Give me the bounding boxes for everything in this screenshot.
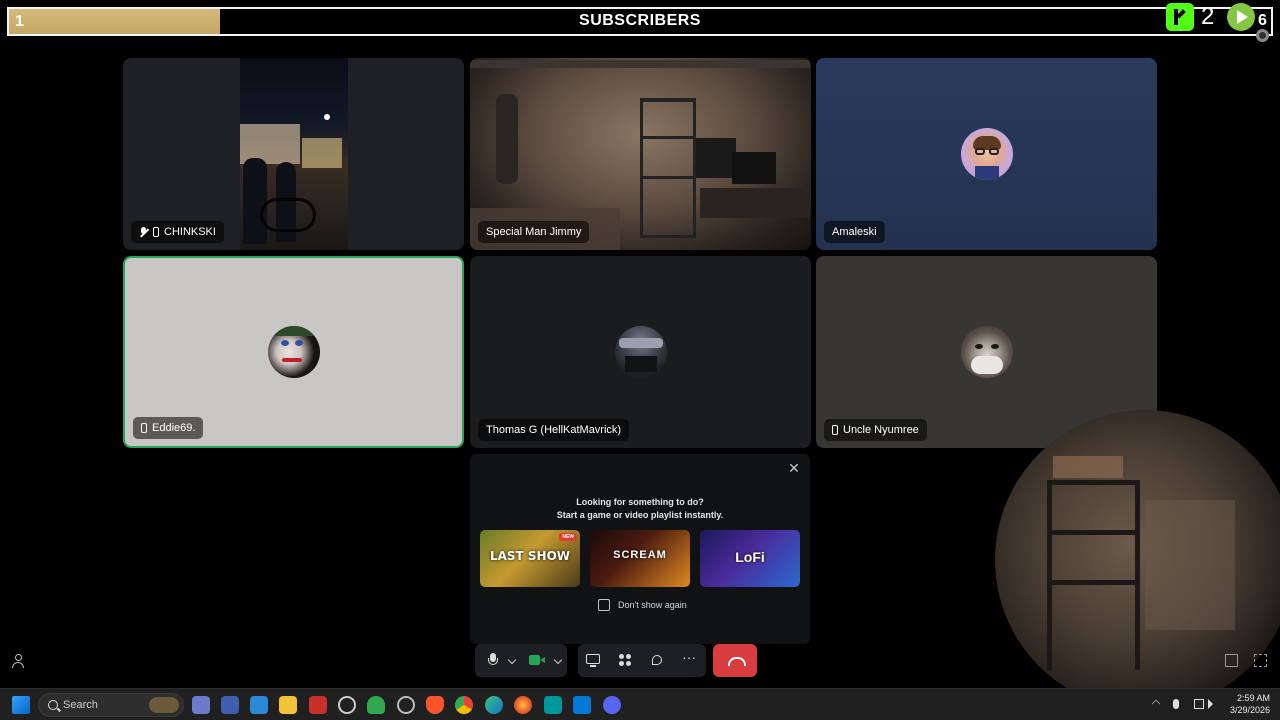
participant-tile[interactable]: Eddie69. bbox=[123, 256, 464, 448]
soundboard-icon bbox=[652, 655, 662, 665]
chevron-up-icon[interactable] bbox=[1151, 699, 1161, 709]
avatar bbox=[960, 128, 1013, 180]
disconnect-button[interactable] bbox=[713, 644, 757, 677]
kick-count: 2 bbox=[1201, 3, 1215, 30]
obs-icon[interactable] bbox=[397, 696, 415, 714]
activity-card-title: SCREAM bbox=[613, 549, 667, 561]
kick-icon bbox=[1166, 3, 1194, 31]
call-stage: 1 SUBSCRIBERS 2 6 CHINKSKI Special Man J… bbox=[0, 0, 1280, 710]
camera-icon bbox=[529, 655, 540, 665]
screen-share-button[interactable] bbox=[585, 652, 601, 668]
rumble-count: 6 bbox=[1258, 12, 1267, 29]
clock-app-icon[interactable] bbox=[338, 696, 356, 714]
dont-show-label: Don't show again bbox=[618, 600, 687, 610]
activity-card-title: LoFi bbox=[735, 549, 765, 565]
avatar bbox=[960, 326, 1013, 378]
vscode-icon[interactable] bbox=[573, 696, 591, 714]
activity-subheading: Start a game or video playlist instantly… bbox=[556, 510, 724, 520]
network-app-icon[interactable] bbox=[192, 696, 210, 714]
participant-label: Uncle Nyumree bbox=[824, 419, 927, 441]
search-icon bbox=[48, 700, 58, 710]
settings-icon[interactable] bbox=[1256, 29, 1269, 42]
checkbox-icon[interactable] bbox=[598, 599, 610, 611]
clock-time: 2:59 AM bbox=[1236, 693, 1270, 703]
participant-label: Eddie69. bbox=[133, 417, 204, 439]
screen-share-icon bbox=[586, 654, 600, 664]
remote-desktop-icon[interactable] bbox=[250, 696, 268, 714]
mobile-icon bbox=[832, 425, 838, 435]
participant-label: Special Man Jimmy bbox=[478, 221, 590, 243]
microphone-button[interactable] bbox=[485, 652, 501, 668]
chrome-icon[interactable] bbox=[455, 696, 473, 714]
system-clock[interactable]: 2:59 AM 3/29/2026 bbox=[1230, 692, 1270, 716]
search-box[interactable]: Search bbox=[38, 693, 184, 717]
activity-card-lofi[interactable]: LoFi bbox=[700, 530, 800, 587]
call-actions: ··· bbox=[578, 644, 706, 677]
taskbar: Search 2:59 AM 3/29/2026 bbox=[0, 688, 1280, 720]
clock-date: 3/29/2026 bbox=[1229, 705, 1270, 715]
participant-label: Amaleski bbox=[824, 221, 885, 243]
participant-label: CHINKSKI bbox=[131, 221, 224, 243]
fullscreen-icon[interactable] bbox=[1254, 654, 1267, 667]
muted-icon bbox=[139, 226, 148, 238]
participant-name: Special Man Jimmy bbox=[486, 226, 582, 238]
subscriber-bar-title: SUBSCRIBERS bbox=[579, 12, 701, 29]
soundboard-button[interactable] bbox=[649, 652, 665, 668]
close-icon[interactable]: ✕ bbox=[786, 460, 802, 476]
edge-icon[interactable] bbox=[485, 696, 503, 714]
participant-name: Uncle Nyumree bbox=[843, 424, 919, 436]
participant-tile[interactable]: Special Man Jimmy bbox=[470, 58, 811, 250]
pop-out-icon[interactable] bbox=[1225, 654, 1238, 667]
activities-button[interactable] bbox=[617, 652, 633, 668]
activity-heading: Looking for something to do? bbox=[576, 497, 704, 507]
participant-name: Thomas G (HellKatMavrick) bbox=[486, 424, 622, 436]
activities-icon bbox=[619, 654, 624, 659]
participant-name: Eddie69. bbox=[152, 422, 196, 434]
activity-card-last-show[interactable]: NEW LAST SHOW bbox=[480, 530, 580, 587]
voice-writer-icon[interactable] bbox=[309, 696, 327, 714]
participant-label: Thomas G (HellKatMavrick) bbox=[478, 419, 630, 441]
participant-name: Amaleski bbox=[832, 226, 877, 238]
file-explorer-icon[interactable] bbox=[279, 696, 297, 714]
new-badge: NEW bbox=[559, 533, 577, 541]
avatar bbox=[267, 326, 320, 378]
search-placeholder: Search bbox=[63, 699, 98, 711]
more-options-icon[interactable]: ··· bbox=[681, 650, 697, 668]
activity-card-title: LAST SHOW bbox=[489, 549, 571, 563]
outlook-icon[interactable] bbox=[221, 696, 239, 714]
subscriber-goal-bar: 1 SUBSCRIBERS bbox=[7, 7, 1273, 36]
mobile-icon bbox=[141, 423, 147, 433]
arduino-icon[interactable] bbox=[544, 696, 562, 714]
participant-tile[interactable]: CHINKSKI bbox=[123, 58, 464, 250]
mobile-icon bbox=[153, 227, 159, 237]
camera-button[interactable] bbox=[529, 652, 545, 668]
add-user-icon[interactable] bbox=[11, 653, 27, 669]
participant-name: CHINKSKI bbox=[164, 226, 216, 238]
dont-show-again[interactable]: Don't show again bbox=[598, 599, 687, 611]
rumble-icon bbox=[1227, 3, 1255, 31]
activity-card-scream[interactable]: SCREAM bbox=[590, 530, 690, 587]
start-icon[interactable] bbox=[12, 696, 30, 714]
network-icon[interactable] bbox=[1194, 699, 1204, 709]
media-controls bbox=[475, 644, 567, 677]
participant-tile[interactable]: Thomas G (HellKatMavrick) bbox=[470, 256, 811, 448]
brave-icon[interactable] bbox=[426, 696, 444, 714]
volume-icon[interactable] bbox=[1208, 699, 1213, 709]
avatar bbox=[614, 326, 667, 378]
search-highlight-icon bbox=[149, 697, 179, 713]
discord-icon[interactable] bbox=[603, 696, 621, 714]
video-feed bbox=[240, 58, 348, 250]
chevron-down-icon[interactable] bbox=[553, 655, 563, 665]
activity-suggestion-panel: ✕ Looking for something to do? Start a g… bbox=[470, 454, 810, 644]
firefox-icon[interactable] bbox=[514, 696, 532, 714]
microphone-icon[interactable] bbox=[1173, 699, 1179, 709]
chevron-down-icon[interactable] bbox=[507, 655, 517, 665]
shield-icon[interactable] bbox=[367, 696, 385, 714]
participant-tile[interactable]: Amaleski bbox=[816, 58, 1157, 250]
